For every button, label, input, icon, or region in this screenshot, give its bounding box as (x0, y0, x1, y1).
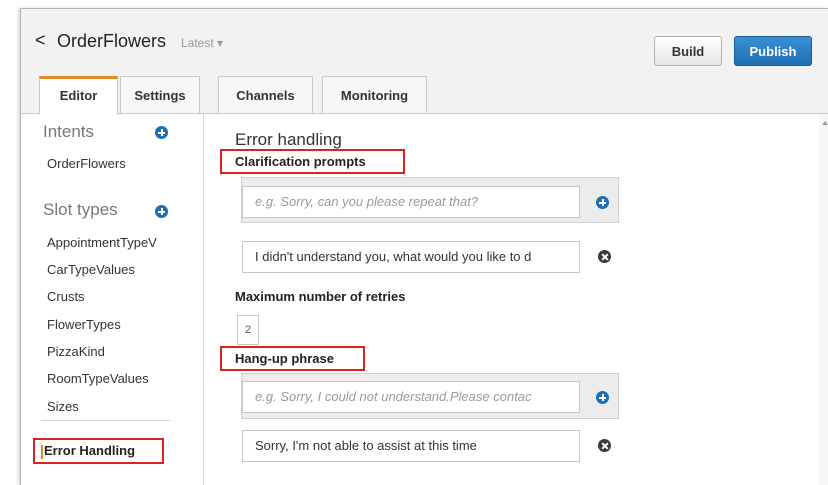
max-retries-label: Maximum number of retries (235, 289, 406, 304)
hangup-phrase-input[interactable]: e.g. Sorry, I could not understand.Pleas… (242, 381, 580, 413)
hangup-phrase-label: Hang-up phrase (235, 351, 334, 366)
sidebar-item-flowertypes[interactable]: FlowerTypes (47, 317, 199, 332)
sidebar-item-cartypevalues[interactable]: CarTypeValues (47, 262, 199, 277)
tab-editor[interactable]: Editor (39, 76, 118, 114)
add-hangup-plus-icon[interactable] (596, 391, 609, 404)
sidebar-divider (203, 114, 204, 485)
sidebar-item-roomtypevalues[interactable]: RoomTypeValues (47, 371, 199, 386)
slot-types-title: Slot types (43, 200, 118, 219)
back-chevron-icon[interactable]: < (35, 30, 46, 51)
max-retries-stepper[interactable]: 2 (237, 315, 259, 345)
clarification-prompt-input[interactable]: e.g. Sorry, can you please repeat that? (242, 186, 580, 218)
build-button[interactable]: Build (654, 36, 722, 66)
remove-clarification-x-icon[interactable] (598, 250, 611, 263)
sidebar-separator (41, 420, 171, 421)
sidebar-item-pizzakind[interactable]: PizzaKind (47, 344, 199, 359)
app-window: < OrderFlowers Latest ▾ Build Publish Ed… (20, 8, 828, 485)
clarification-prompt-value[interactable]: I didn't understand you, what would you … (242, 241, 580, 273)
error-handling-label: Error Handling (44, 443, 136, 458)
tab-settings[interactable]: Settings (120, 76, 200, 113)
tab-monitoring[interactable]: Monitoring (322, 76, 427, 113)
page-title: Error handling (235, 130, 342, 149)
scrollbar[interactable] (819, 114, 828, 485)
sidebar-item-crusts[interactable]: Crusts (47, 289, 199, 304)
header: < OrderFlowers Latest ▾ Build Publish Ed… (21, 9, 828, 114)
add-intent-plus-icon[interactable] (155, 126, 168, 139)
hangup-phrase-value[interactable]: Sorry, I'm not able to assist at this ti… (242, 430, 580, 462)
sidebar-item-orderflowers[interactable]: OrderFlowers (47, 156, 199, 171)
add-clarification-plus-icon[interactable] (596, 196, 609, 209)
remove-hangup-x-icon[interactable] (598, 439, 611, 452)
tab-channels[interactable]: Channels (218, 76, 313, 113)
clarification-prompts-label: Clarification prompts (235, 154, 366, 169)
sidebar-item-appointmenttype[interactable]: AppointmentTypeV (47, 235, 199, 250)
add-slot-type-plus-icon[interactable] (155, 205, 168, 218)
version-dropdown[interactable]: Latest ▾ (181, 36, 223, 50)
text-cursor (41, 444, 43, 459)
bot-name: OrderFlowers (57, 31, 167, 51)
sidebar-item-error-handling[interactable]: Error Handling (33, 438, 164, 464)
sidebar-item-sizes[interactable]: Sizes (47, 399, 199, 414)
intents-title: Intents (43, 122, 95, 141)
publish-button[interactable]: Publish (734, 36, 812, 66)
scroll-up-arrow-icon[interactable] (822, 121, 828, 125)
